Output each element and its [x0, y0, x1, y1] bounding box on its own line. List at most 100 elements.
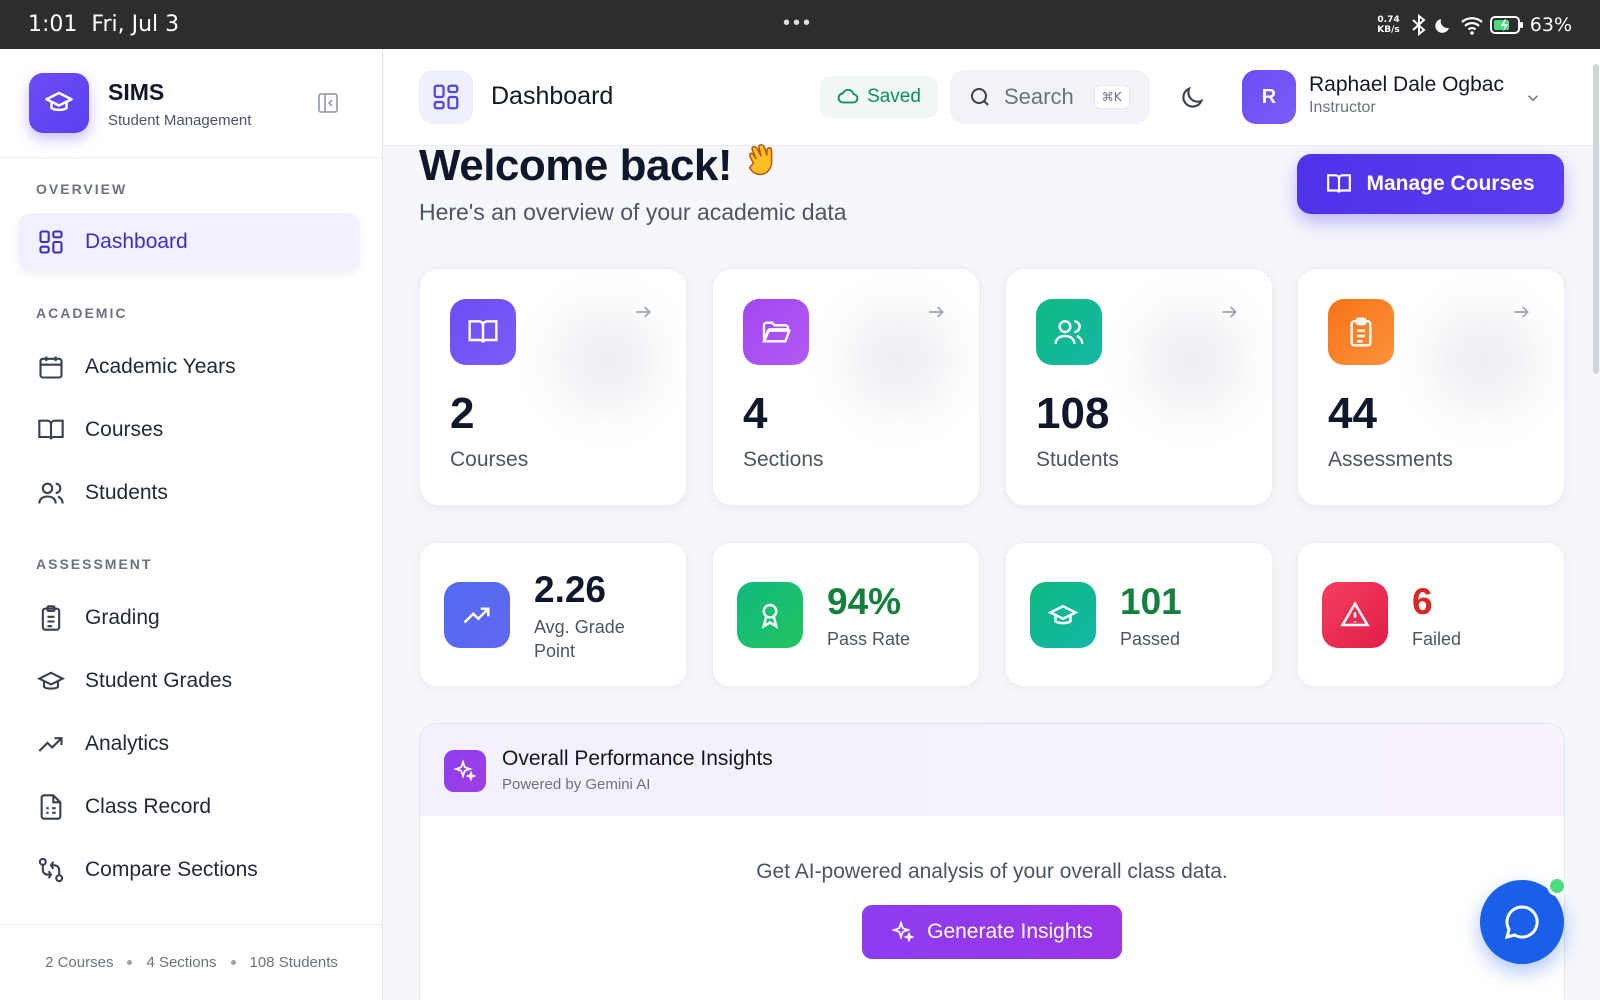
stat-label: Assessments [1328, 448, 1453, 471]
moon-icon [1435, 18, 1449, 33]
stat-label: Students [1036, 448, 1119, 471]
user-name[interactable]: Raphael Dale Ogbac [1309, 73, 1504, 97]
sidebar-item-label: Academic Years [85, 355, 236, 378]
search-box[interactable]: Search ⌘K [950, 70, 1150, 124]
sidebar-item-label: Grading [85, 606, 160, 629]
arrow-right-icon [929, 306, 944, 318]
search-icon [971, 88, 989, 106]
sidebar-item-students[interactable]: Students [18, 464, 360, 522]
folder-icon [743, 299, 809, 365]
metric-card-passed: 101 Passed [1005, 542, 1273, 687]
stat-label: Sections [743, 448, 824, 471]
insights-description: Get AI-powered analysis of your overall … [756, 860, 1228, 883]
sidebar-item-compare-sections[interactable]: Compare Sections [18, 841, 360, 899]
sidebar-item-label: Compare Sections [85, 858, 258, 881]
nav-section-overview: OVERVIEW [36, 181, 128, 197]
insights-subtitle: Powered by Gemini AI [502, 776, 651, 793]
insights-header: Overall Performance Insights Powered by … [420, 724, 1564, 816]
metric-value: 2.26 [534, 569, 607, 610]
arrow-right-icon [1514, 306, 1529, 318]
sparkles-icon [891, 920, 915, 943]
award-icon [737, 582, 803, 648]
sidebar: SIMS Student Management OVERVIEW Dashboa… [0, 49, 383, 1000]
dashboard-icon [39, 230, 63, 254]
network-speed: 0.74 KB/s [1377, 14, 1400, 35]
metric-value: 94% [827, 581, 902, 622]
page-title: Dashboard [491, 82, 614, 110]
separator-dot [230, 960, 236, 965]
alert-triangle-icon [1322, 582, 1388, 648]
stat-card-students[interactable]: 108 Students [1005, 268, 1273, 506]
clipboard-icon [1328, 299, 1394, 365]
sidebar-item-label: Student Grades [85, 669, 233, 692]
stat-card-courses[interactable]: 2 Courses [419, 268, 687, 506]
calendar-icon [39, 356, 63, 379]
scrollbar[interactable] [1593, 64, 1599, 374]
sidebar-item-label: Students [85, 481, 168, 504]
stat-card-assessments[interactable]: 44 Assessments [1297, 268, 1565, 506]
metric-card-avg-gpa: 2.26 Avg. Grade Point [419, 542, 687, 687]
sidebar-item-label: Analytics [85, 732, 170, 755]
stat-card-sections[interactable]: 4 Sections [712, 268, 980, 506]
footer-courses-count: 2 Courses [45, 954, 114, 971]
battery-icon [1489, 15, 1523, 34]
sidebar-item-dashboard[interactable]: Dashboard [18, 213, 360, 271]
metric-card-pass-rate: 94% Pass Rate [712, 542, 980, 687]
avatar[interactable]: R [1242, 70, 1296, 124]
stat-label: Courses [450, 448, 529, 471]
metric-label: Avg. Grade Point [534, 617, 625, 661]
footer-students-count: 108 Students [249, 954, 338, 971]
sidebar-collapse-icon[interactable] [316, 91, 340, 115]
user-role: Instructor [1309, 99, 1376, 116]
sidebar-item-label: Class Record [85, 795, 212, 818]
battery-percent: 63% [1529, 13, 1572, 36]
dark-mode-toggle-icon[interactable] [1178, 84, 1206, 112]
footer-sections-count: 4 Sections [146, 954, 217, 971]
users-icon [38, 482, 64, 504]
metric-value: 101 [1120, 581, 1182, 622]
trending-up-icon [38, 737, 63, 752]
sidebar-item-courses[interactable]: Courses [18, 401, 360, 459]
brand-name: SIMS [108, 79, 165, 105]
saved-status-badge: Saved [820, 76, 938, 118]
users-icon [1036, 299, 1102, 365]
stat-value: 108 [1036, 389, 1110, 438]
metric-label: Pass Rate [827, 629, 911, 649]
chevron-down-icon[interactable] [1524, 89, 1542, 107]
brand: SIMS Student Management [0, 49, 382, 158]
book-icon [38, 419, 64, 440]
sidebar-item-academic-years[interactable]: Academic Years [18, 338, 360, 396]
nav-section-academic: ACADEMIC [36, 305, 128, 321]
compare-icon [38, 857, 64, 883]
search-shortcut: ⌘K [1093, 85, 1130, 109]
generate-insights-button[interactable]: Generate Insights [862, 905, 1122, 959]
waving-hand-icon [748, 144, 773, 176]
metric-label: Passed [1120, 629, 1181, 649]
sidebar-item-class-record[interactable]: Class Record [18, 778, 360, 836]
status-date: Fri, Jul 3 [91, 12, 180, 37]
metric-label: Failed [1412, 629, 1462, 649]
graduation-cap-icon [1030, 582, 1096, 648]
stat-value: 4 [743, 389, 768, 438]
saved-label: Saved [867, 86, 921, 107]
sidebar-item-grading[interactable]: Grading [18, 589, 360, 647]
metric-card-failed: 6 Failed [1297, 542, 1565, 687]
graduation-cap-logo-icon[interactable] [29, 73, 89, 133]
status-time: 1:01 [28, 12, 78, 37]
top-header: Dashboard Saved Search ⌘K R Raphael Dale… [384, 49, 1600, 146]
sidebar-item-analytics[interactable]: Analytics [18, 715, 360, 773]
metric-value: 6 [1412, 581, 1433, 622]
performance-insights-panel: Overall Performance Insights Powered by … [419, 723, 1565, 1000]
cloud-icon [837, 88, 859, 104]
search-placeholder: Search [1004, 84, 1074, 109]
system-status-bar: 1:01 Fri, Jul 3 ••• 0.74 KB/s 63% [0, 0, 1600, 49]
brand-subtitle: Student Management [108, 112, 252, 129]
graduation-cap-icon [37, 671, 65, 690]
dashboard-icon [419, 70, 473, 124]
welcome-subtitle: Here's an overview of your academic data [419, 199, 847, 225]
window-dots[interactable]: ••• [783, 12, 813, 35]
chat-bubble-icon [1504, 905, 1539, 940]
manage-courses-button[interactable]: Manage Courses [1297, 154, 1564, 214]
sidebar-footer: 2 Courses 4 Sections 108 Students [0, 924, 383, 1000]
sidebar-item-student-grades[interactable]: Student Grades [18, 652, 360, 710]
